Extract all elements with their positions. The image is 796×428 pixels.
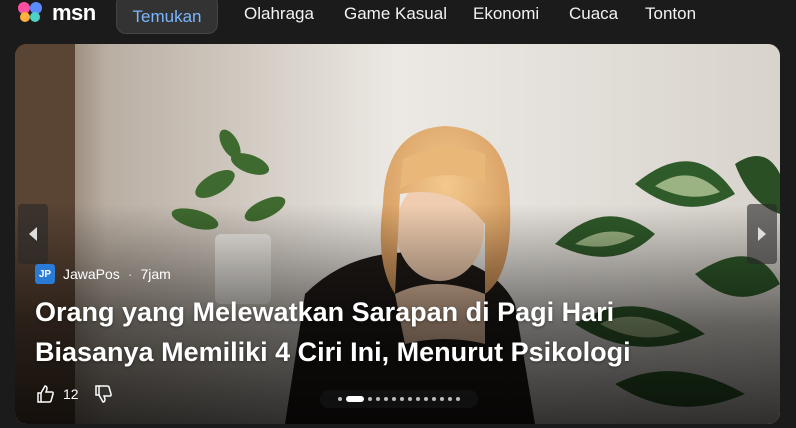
publisher-name: JawaPos bbox=[63, 266, 120, 282]
nav-item-olahraga[interactable]: Olahraga bbox=[244, 4, 314, 24]
thumbs-up-icon bbox=[37, 385, 54, 403]
chevron-left-icon bbox=[29, 227, 37, 241]
article-source[interactable]: JP JawaPos · 7jam bbox=[35, 264, 171, 284]
top-navigation: msn Temukan Olahraga Game Kasual Ekonomi… bbox=[0, 0, 796, 34]
headline-line-1: Orang yang Melewatkan Sarapan di Pagi Ha… bbox=[35, 297, 615, 327]
pagination-dot[interactable] bbox=[376, 397, 380, 401]
pagination-dot[interactable] bbox=[368, 397, 372, 401]
pagination-dot[interactable] bbox=[440, 397, 444, 401]
hero-carousel-card[interactable]: JP JawaPos · 7jam Orang yang Melewatkan … bbox=[15, 44, 780, 424]
nav-item-tonton[interactable]: Tonton bbox=[645, 4, 696, 24]
pagination-dot[interactable] bbox=[456, 397, 460, 401]
pagination-dot[interactable] bbox=[338, 397, 342, 401]
pagination-dot[interactable] bbox=[392, 397, 396, 401]
nav-item-game-kasual[interactable]: Game Kasual bbox=[344, 4, 447, 24]
reaction-bar: 12 bbox=[35, 384, 113, 404]
like-button[interactable]: 12 bbox=[35, 384, 79, 404]
pagination-dot[interactable] bbox=[408, 397, 412, 401]
msn-logo[interactable]: msn bbox=[16, 0, 96, 26]
msn-butterfly-icon bbox=[18, 2, 42, 22]
carousel-pagination[interactable] bbox=[320, 390, 478, 408]
nav-item-ekonomi[interactable]: Ekonomi bbox=[473, 4, 539, 24]
article-headline[interactable]: Orang yang Melewatkan Sarapan di Pagi Ha… bbox=[35, 292, 735, 372]
publish-time: 7jam bbox=[140, 266, 171, 282]
pagination-dot-active[interactable] bbox=[346, 396, 364, 402]
dislike-button[interactable] bbox=[93, 384, 113, 404]
source-separator: · bbox=[127, 266, 133, 282]
pagination-dot[interactable] bbox=[400, 397, 404, 401]
headline-line-2: Biasanya Memiliki 4 Ciri Ini, Menurut Ps… bbox=[35, 337, 631, 367]
brand-name: msn bbox=[52, 0, 96, 25]
carousel-next-button[interactable] bbox=[747, 204, 777, 264]
pagination-dot[interactable] bbox=[416, 397, 420, 401]
pagination-dot[interactable] bbox=[432, 397, 436, 401]
pagination-dot[interactable] bbox=[448, 397, 452, 401]
publisher-logo: JP bbox=[35, 264, 55, 284]
pagination-dot[interactable] bbox=[424, 397, 428, 401]
carousel-prev-button[interactable] bbox=[18, 204, 48, 264]
chevron-right-icon bbox=[758, 227, 766, 241]
pagination-dot[interactable] bbox=[384, 397, 388, 401]
like-count: 12 bbox=[63, 386, 79, 402]
thumbs-down-icon bbox=[94, 385, 112, 403]
nav-item-cuaca[interactable]: Cuaca bbox=[569, 4, 618, 24]
nav-item-active[interactable]: Temukan bbox=[116, 0, 218, 34]
nav-item-label: Temukan bbox=[132, 7, 202, 26]
